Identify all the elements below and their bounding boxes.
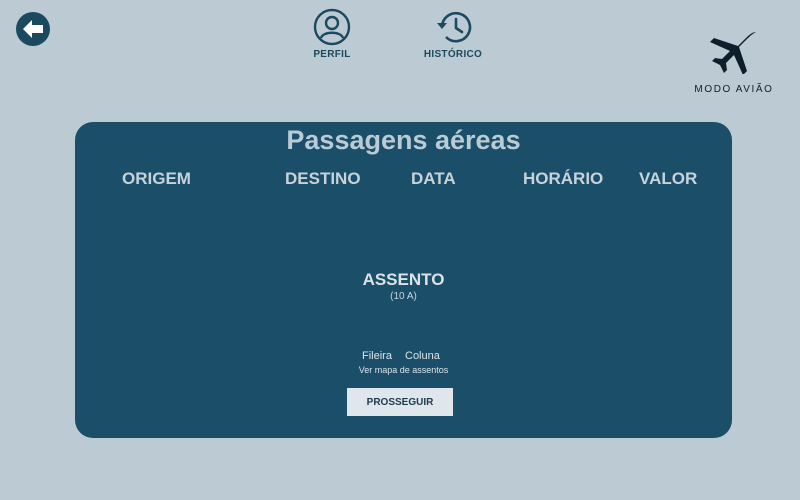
back-button[interactable] bbox=[15, 11, 51, 47]
seat-row-label: Fileira bbox=[362, 350, 392, 362]
brand-name: MODO AVIÃO bbox=[694, 84, 774, 95]
column-price: VALOR bbox=[639, 169, 698, 188]
history-label: HISTÓRICO bbox=[423, 49, 483, 60]
seat-title: ASSENTO bbox=[362, 270, 445, 289]
column-date: DATA bbox=[411, 169, 456, 188]
arrow-left-circle-icon[interactable] bbox=[15, 11, 51, 47]
proceed-button[interactable]: PROSSEGUIR bbox=[347, 388, 453, 416]
seat-map-link[interactable]: Ver mapa de assentos bbox=[75, 365, 732, 375]
airplane-icon bbox=[710, 32, 756, 74]
profile-label: PERFIL bbox=[313, 49, 351, 60]
seat-column-label: Coluna bbox=[405, 350, 440, 362]
tickets-card: Passagens aéreas ORIGEM DESTINO DATA HOR… bbox=[75, 122, 732, 438]
brand-logo: MODO AVIÃO bbox=[688, 30, 780, 95]
column-time: HORÁRIO bbox=[523, 169, 604, 188]
seat-value: (10 A) bbox=[390, 291, 417, 302]
column-origin: ORIGEM bbox=[122, 169, 191, 188]
history-clock-icon bbox=[437, 11, 472, 43]
history-nav[interactable]: HISTÓRICO bbox=[418, 8, 488, 60]
user-circle-icon bbox=[313, 8, 351, 46]
card-title: Passagens aéreas bbox=[286, 125, 521, 155]
profile-nav[interactable]: PERFIL bbox=[310, 8, 354, 60]
column-destination: DESTINO bbox=[285, 169, 361, 188]
